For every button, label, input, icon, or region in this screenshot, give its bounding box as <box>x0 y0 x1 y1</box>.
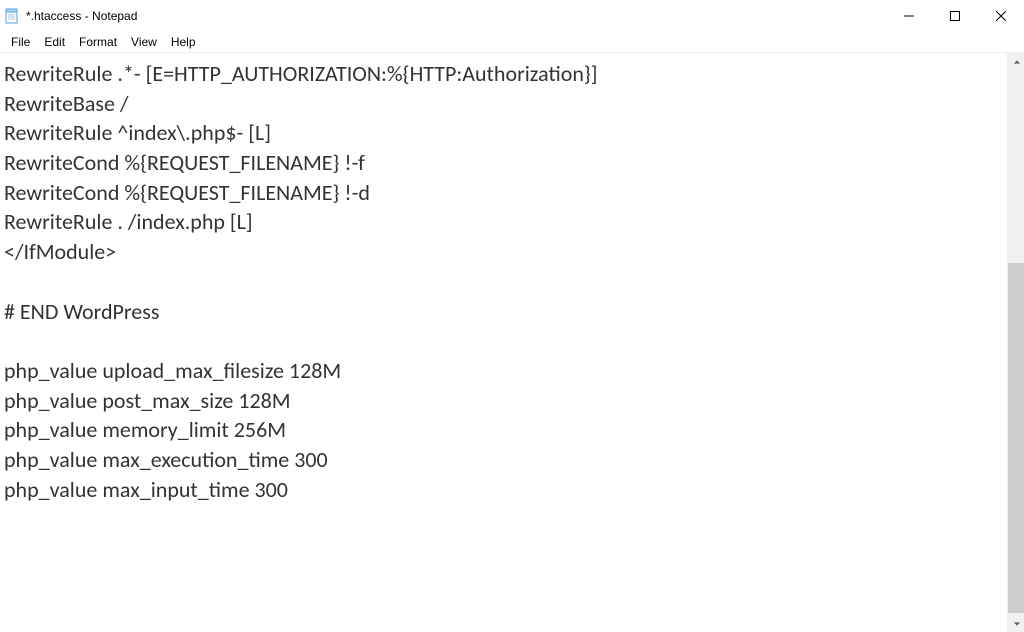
minimize-button[interactable] <box>886 0 932 32</box>
text-editor[interactable]: RewriteRule .*- [E=HTTP_AUTHORIZATION:%{… <box>0 53 1007 632</box>
scroll-up-arrow-icon[interactable] <box>1008 53 1024 70</box>
notepad-icon <box>4 8 20 24</box>
menu-edit[interactable]: Edit <box>37 33 72 51</box>
menu-file[interactable]: File <box>4 33 37 51</box>
menu-help[interactable]: Help <box>164 33 203 51</box>
content-area: RewriteRule .*- [E=HTTP_AUTHORIZATION:%{… <box>0 52 1024 632</box>
titlebar: *.htaccess - Notepad <box>0 0 1024 32</box>
menu-format[interactable]: Format <box>72 33 124 51</box>
window-title: *.htaccess - Notepad <box>26 9 137 23</box>
vertical-scrollbar[interactable] <box>1007 53 1024 632</box>
close-button[interactable] <box>978 0 1024 32</box>
scroll-thumb[interactable] <box>1008 263 1024 613</box>
maximize-button[interactable] <box>932 0 978 32</box>
titlebar-left: *.htaccess - Notepad <box>0 8 137 24</box>
menubar: File Edit Format View Help <box>0 32 1024 52</box>
window-controls <box>886 0 1024 32</box>
menu-view[interactable]: View <box>124 33 164 51</box>
scroll-down-arrow-icon[interactable] <box>1008 615 1024 632</box>
